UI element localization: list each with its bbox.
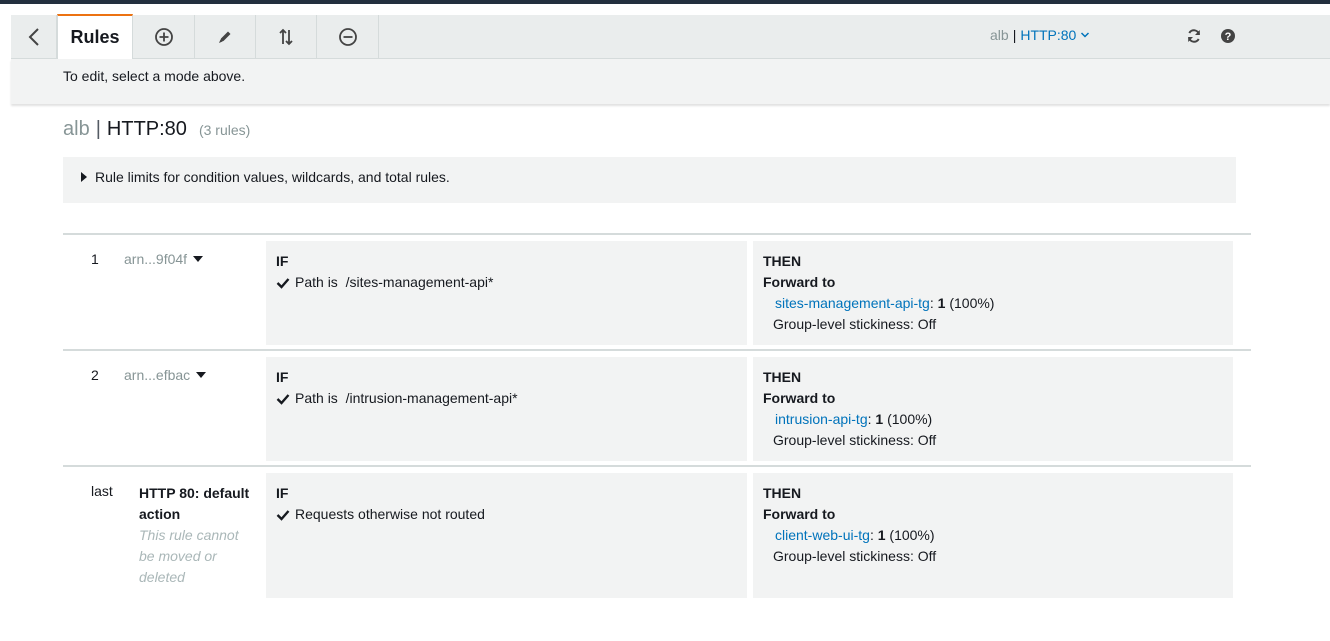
refresh-button[interactable] (1184, 26, 1204, 46)
mode-hint-text: To edit, select a mode above. (63, 68, 246, 84)
back-button[interactable] (11, 15, 57, 59)
forward-label: Forward to (763, 390, 836, 406)
default-rule-note: This rule cannot be moved or deleted (139, 527, 239, 585)
rule-row-default: last HTTP 80: default action This rule c… (63, 465, 1251, 603)
stickiness: Group-level stickiness: Off (773, 548, 937, 564)
target-colon: : (929, 295, 934, 311)
minus-circle-icon (338, 28, 357, 46)
then-label: THEN (763, 253, 802, 269)
rule-arn: arn...efbac (124, 367, 191, 383)
rule-conditions: IF Requests otherwise not routed (266, 473, 747, 598)
forward-label: Forward to (763, 274, 836, 290)
help-icon: ? (1221, 29, 1235, 43)
target-group-link[interactable]: client-web-ui-tg (775, 527, 870, 543)
rule-limits-label: Rule limits for condition values, wildca… (95, 169, 450, 185)
title-listener: HTTP:80 (106, 118, 187, 140)
rule-row: 2 arn...efbac IF Path is /intrusion-mana… (63, 349, 1251, 465)
tab-rules[interactable]: Rules (57, 14, 133, 59)
chevron-left-icon (28, 28, 39, 46)
checkmark-icon (276, 509, 290, 521)
title-lb-name: alb (63, 118, 90, 140)
toolbar: Rules alb | HTTP:80 ? (11, 14, 1330, 59)
listener-lb-name: alb (990, 27, 1009, 43)
then-label: THEN (763, 485, 802, 501)
rule-arn-dropdown[interactable]: arn...9f04f (124, 251, 204, 267)
rule-count: (3 rules) (198, 122, 251, 138)
caret-right-icon (81, 172, 87, 182)
forward-label: Forward to (763, 506, 836, 522)
target-weight: 1 (877, 527, 886, 543)
rule-conditions: IF Path is /sites-management-api* (266, 241, 747, 345)
target-percent: (100%) (887, 411, 933, 427)
stickiness: Group-level stickiness: Off (773, 432, 937, 448)
rule-arn: arn...9f04f (124, 251, 188, 267)
mode-hint-bar: To edit, select a mode above. (11, 59, 1330, 104)
if-label: IF (276, 485, 289, 501)
rule-actions: THEN Forward to intrusion-api-tg: 1 (100… (753, 357, 1233, 461)
pencil-icon (219, 31, 231, 43)
plus-circle-icon (154, 28, 173, 46)
svg-text:?: ? (1225, 31, 1232, 43)
listener-dropdown[interactable]: HTTP:80 (1020, 27, 1090, 43)
target-group: client-web-ui-tg: 1 (100%) (763, 525, 1223, 546)
condition: Path is /intrusion-management-api* (276, 388, 737, 409)
if-label: IF (276, 369, 289, 385)
refresh-icon (1188, 29, 1200, 43)
condition: Requests otherwise not routed (276, 504, 737, 525)
condition-text: Path is /sites-management-api* (295, 274, 494, 290)
listener-selected-value: HTTP:80 (1020, 27, 1077, 43)
rule-actions: THEN Forward to client-web-ui-tg: 1 (100… (753, 473, 1233, 598)
target-group: intrusion-api-tg: 1 (100%) (763, 409, 1223, 430)
delete-rules-button[interactable] (317, 15, 379, 59)
rule-priority: 2 (91, 367, 99, 383)
condition-text: Requests otherwise not routed (295, 506, 485, 522)
rule-actions: THEN Forward to sites-management-api-tg:… (753, 241, 1233, 345)
condition: Path is /sites-management-api* (276, 272, 737, 293)
tab-rules-label: Rules (70, 27, 120, 47)
caret-down-icon (196, 372, 207, 378)
rule-priority: 1 (91, 251, 99, 267)
target-colon: : (869, 527, 874, 543)
top-strip (0, 0, 1330, 4)
chevron-down-icon (1081, 32, 1090, 38)
then-label: THEN (763, 369, 802, 385)
target-percent: (100%) (949, 295, 995, 311)
target-colon: : (867, 411, 872, 427)
target-weight: 1 (937, 295, 946, 311)
rule-priority: last (91, 483, 113, 499)
default-rule-name: HTTP 80: default action (139, 485, 250, 522)
page-title: alb | HTTP:80 (3 rules) (63, 118, 250, 141)
target-group-link[interactable]: intrusion-api-tg (775, 411, 868, 427)
rule-limits-expander[interactable]: Rule limits for condition values, wildca… (63, 157, 1236, 203)
checkmark-icon (276, 393, 290, 405)
stickiness: Group-level stickiness: Off (773, 316, 937, 332)
title-separator: | (95, 118, 101, 140)
rule-arn-dropdown[interactable]: arn...efbac (124, 367, 207, 383)
edit-rules-button[interactable] (195, 15, 256, 59)
add-rule-button[interactable] (133, 15, 195, 59)
target-percent: (100%) (889, 527, 935, 543)
listener-separator: | (1012, 27, 1017, 43)
condition-text: Path is /intrusion-management-api* (295, 390, 518, 406)
caret-down-icon (193, 256, 204, 262)
reorder-arrows-icon (279, 28, 293, 46)
if-label: IF (276, 253, 289, 269)
reorder-rules-button[interactable] (256, 15, 317, 59)
checkmark-icon (276, 277, 290, 289)
rule-conditions: IF Path is /intrusion-management-api* (266, 357, 747, 461)
target-weight: 1 (875, 411, 884, 427)
target-group: sites-management-api-tg: 1 (100%) (763, 293, 1223, 314)
help-button[interactable]: ? (1218, 26, 1238, 46)
listener-selector: alb | HTTP:80 (990, 27, 1090, 43)
target-group-link[interactable]: sites-management-api-tg (775, 295, 930, 311)
rule-row: 1 arn...9f04f IF Path is /sites-manageme… (63, 233, 1251, 349)
